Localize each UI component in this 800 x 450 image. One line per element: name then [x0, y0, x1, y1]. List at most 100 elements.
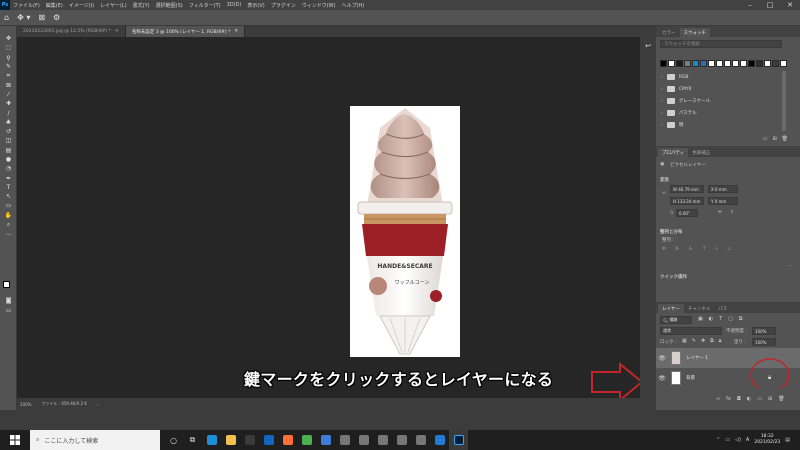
color-swatch[interactable]: [748, 60, 755, 67]
color-swatch[interactable]: [740, 60, 747, 67]
marquee-icon[interactable]: ⬚: [0, 43, 17, 52]
healing-icon[interactable]: ✚: [0, 99, 17, 108]
app-icon[interactable]: [411, 430, 430, 450]
quick-select-icon[interactable]: ✎: [0, 62, 17, 71]
angle-field[interactable]: 0.00°: [676, 209, 698, 217]
new-layer-icon[interactable]: ⊞: [768, 396, 772, 402]
lock-paint-icon[interactable]: ✎: [692, 338, 696, 344]
chrome-icon[interactable]: [297, 430, 316, 450]
color-swatch[interactable]: [700, 60, 707, 67]
history-brush-icon[interactable]: ↺: [0, 127, 17, 136]
align-center-icon[interactable]: ⊪: [675, 246, 679, 252]
color-swatch[interactable]: [756, 60, 763, 67]
tab-adjustments[interactable]: 色調補正: [688, 148, 714, 157]
y-field[interactable]: Y 0 mm: [708, 197, 738, 205]
path-select-icon[interactable]: ↖: [0, 192, 17, 201]
taskbar-search-box[interactable]: ⌕ ここに入力して検索: [30, 430, 160, 450]
menu-item[interactable]: フィルター(T): [189, 2, 221, 9]
x-field[interactable]: X 0 mm: [708, 185, 738, 193]
folder-icon[interactable]: ▭: [763, 136, 768, 142]
hand-icon[interactable]: ✋: [0, 211, 17, 220]
arrange-icon[interactable]: ⊠: [38, 13, 45, 22]
smart-filter-icon[interactable]: ⧉: [739, 316, 743, 322]
app-icon[interactable]: [392, 430, 411, 450]
chevron-right-icon[interactable]: ›: [661, 87, 663, 92]
adjust-filter-icon[interactable]: ◐: [709, 316, 713, 322]
vscode-icon[interactable]: [430, 430, 449, 450]
opacity-field[interactable]: 100%: [752, 327, 776, 335]
color-swatch[interactable]: [724, 60, 731, 67]
layer-name[interactable]: 背景: [686, 375, 695, 381]
crop-icon[interactable]: ⌗: [0, 71, 17, 80]
frame-icon[interactable]: ⊠: [0, 80, 17, 89]
eyedropper-icon[interactable]: ⁄: [0, 90, 17, 99]
brush-icon[interactable]: ∕: [0, 108, 17, 117]
color-swatch[interactable]: [660, 60, 667, 67]
clock[interactable]: 18:32 2021/02/23: [754, 434, 780, 446]
dodge-icon[interactable]: ◔: [0, 164, 17, 173]
tab-swatches[interactable]: スウォッチ: [679, 28, 710, 37]
quick-mask-icon[interactable]: ◙: [0, 296, 17, 305]
flip-horizontal-icon[interactable]: ⇹: [718, 210, 722, 215]
tab-document-1[interactable]: 20210223001.jpg @ 12.5% (RGB/8#) * ✕: [17, 26, 126, 37]
store-icon[interactable]: [240, 430, 259, 450]
color-swatch[interactable]: [780, 60, 787, 67]
photos-icon[interactable]: [316, 430, 335, 450]
fx-icon[interactable]: fx: [726, 396, 731, 402]
align-middle-icon[interactable]: ⊦: [715, 246, 718, 252]
menu-item[interactable]: ウィンドウ(W): [302, 2, 336, 9]
menu-item[interactable]: 編集(E): [46, 2, 63, 9]
flip-vertical-icon[interactable]: ⇳: [730, 210, 734, 215]
lock-artboard-icon[interactable]: ⧉: [710, 338, 714, 344]
task-view-icon[interactable]: ⧉: [183, 430, 202, 450]
adjustment-layer-icon[interactable]: ◐: [747, 396, 751, 402]
app-icon[interactable]: [354, 430, 373, 450]
chevron-up-icon[interactable]: ⌃: [716, 437, 720, 443]
lasso-icon[interactable]: ϙ: [0, 53, 17, 62]
align-right-icon[interactable]: ⊩: [689, 246, 693, 252]
menu-item[interactable]: 表示(V): [247, 2, 264, 9]
menu-item[interactable]: 3D(D): [227, 2, 242, 9]
lock-position-icon[interactable]: ✥: [701, 338, 705, 344]
edge-icon[interactable]: [202, 430, 221, 450]
stamp-icon[interactable]: ♣: [0, 118, 17, 127]
visibility-eye-icon[interactable]: 👁︎: [656, 375, 668, 382]
canvas-area[interactable]: [17, 37, 640, 410]
chevron-right-icon[interactable]: ›: [661, 123, 663, 128]
swatches-scrollbar[interactable]: [782, 71, 786, 131]
color-swatch[interactable]: [684, 60, 691, 67]
layer-name[interactable]: レイヤー 1: [686, 355, 708, 361]
firefox-icon[interactable]: [278, 430, 297, 450]
cortana-icon[interactable]: ○: [164, 430, 183, 450]
minimize-icon[interactable]: –: [740, 0, 760, 10]
transform-title[interactable]: 変形: [660, 177, 669, 183]
chevron-right-icon[interactable]: ›: [661, 111, 663, 116]
home-icon[interactable]: ⌂: [4, 13, 9, 22]
type-filter-icon[interactable]: T: [719, 316, 722, 322]
color-swatch[interactable]: [692, 60, 699, 67]
delete-layer-icon[interactable]: 🗑: [778, 396, 784, 402]
group-icon[interactable]: ▭: [757, 396, 762, 402]
tab-color[interactable]: カラー: [658, 28, 680, 37]
screen-mode-icon[interactable]: ▭: [0, 306, 17, 315]
zoom-icon[interactable]: ⌕: [0, 220, 17, 229]
swatch-folder[interactable]: › CMYK: [656, 83, 781, 95]
move-tool-icon[interactable]: ✥ ▾: [17, 13, 30, 22]
fill-field[interactable]: 100%: [752, 338, 776, 346]
link-layers-icon[interactable]: ∞: [716, 396, 720, 402]
menu-item[interactable]: 選択範囲(S): [156, 2, 183, 9]
close-icon[interactable]: ✕: [780, 0, 800, 10]
tab-layers[interactable]: レイヤー: [658, 304, 684, 313]
swatch-folder[interactable]: › 明: [656, 119, 781, 131]
toolbar-grip[interactable]: [0, 26, 16, 34]
quick-actions-title[interactable]: クイック操作: [660, 274, 687, 280]
swatch-folder[interactable]: › グレースケール: [656, 95, 781, 107]
document-image[interactable]: HANDE&SECARE ワッフルコーン: [350, 106, 460, 357]
pixel-filter-icon[interactable]: ▣: [698, 316, 703, 322]
maximize-icon[interactable]: □: [760, 0, 780, 10]
status-arrow-icon[interactable]: ›: [97, 402, 99, 407]
zoom-level[interactable]: 100%: [20, 402, 31, 407]
height-field[interactable]: H 133.34 mm: [670, 197, 704, 205]
tab-properties[interactable]: プロパティ: [658, 148, 689, 157]
menu-item[interactable]: レイヤー(L): [100, 2, 127, 9]
